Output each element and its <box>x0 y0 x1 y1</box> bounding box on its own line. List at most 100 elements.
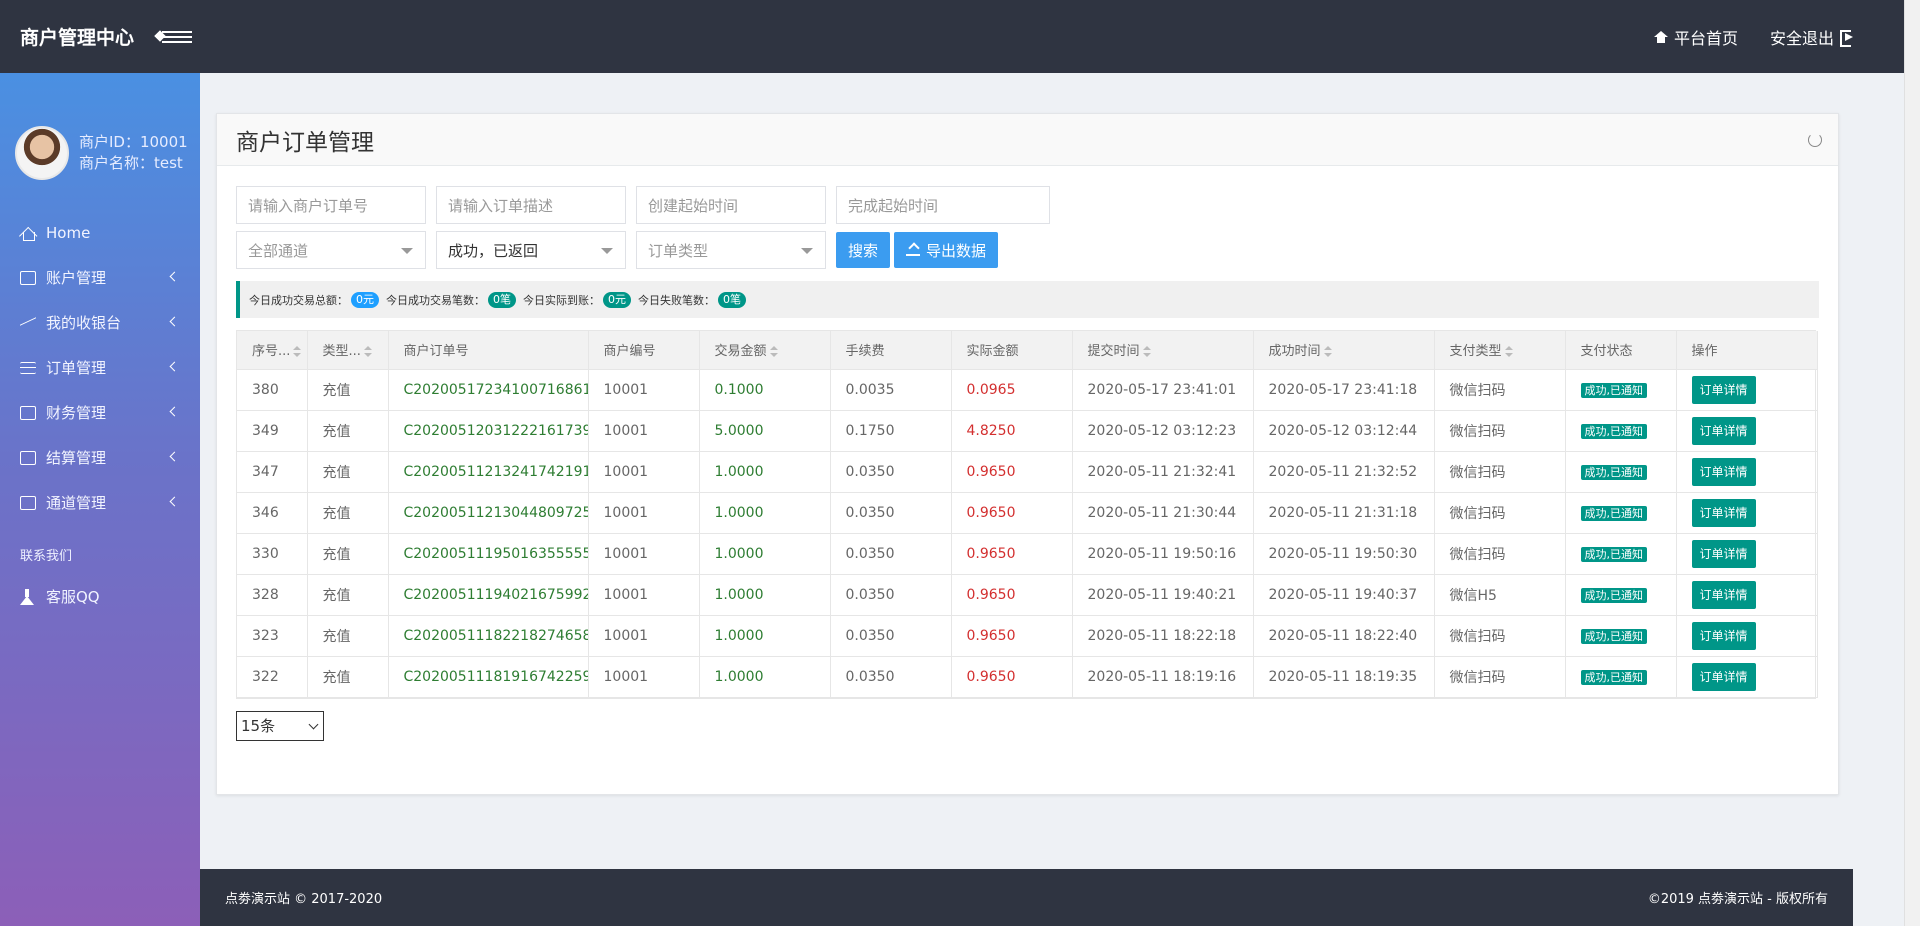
status-badge: 成功,已通知 <box>1580 505 1647 521</box>
sidebar-item-qq-support[interactable]: 客服QQ <box>0 574 200 619</box>
order-detail-button[interactable]: 订单详情 <box>1691 457 1756 486</box>
cell-amount-text: 1.0000 <box>714 463 764 480</box>
platform-home-label: 平台首页 <box>1673 28 1738 48</box>
cell-id: 349 <box>237 410 308 452</box>
order-detail-button[interactable]: 订单详情 <box>1691 416 1756 445</box>
table-row: 328 充值 C20200511194021675992 10001 1.0000 0.0… <box>237 574 1818 616</box>
status-badge: 成功,已通知 <box>1580 587 1647 603</box>
channel-icon <box>20 495 36 510</box>
cell-pay-status: 成功,已通知 <box>1565 410 1677 452</box>
sidebar-item-label: 通道管理 <box>46 494 107 512</box>
cell-submit-time: 2020-05-11 18:22:18 <box>1072 615 1254 657</box>
page-size-select[interactable]: 15条 <box>236 710 324 741</box>
finish-time-input[interactable]: 完成起始时间 <box>836 186 1050 224</box>
cell-pay-type: 微信扫码 <box>1434 492 1566 534</box>
channel-select[interactable]: 全部通道 <box>236 231 426 269</box>
order-detail-button[interactable]: 订单详情 <box>1691 662 1756 691</box>
caret-down-icon <box>601 248 613 254</box>
col-header-submit-time[interactable]: 提交时间 <box>1072 331 1254 370</box>
export-button[interactable]: 导出数据 <box>894 232 999 268</box>
cell-type: 充值 <box>307 615 389 657</box>
order-detail-button[interactable]: 订单详情 <box>1691 498 1756 527</box>
search-button[interactable]: 搜索 <box>836 232 891 268</box>
order-type-select[interactable]: 订单类型 <box>636 231 826 269</box>
cell-id-text: 347 <box>252 463 279 480</box>
cell-pay-type-text: 微信扫码 <box>1449 423 1506 440</box>
table-row: 347 充值 C20200511213241742191 10001 1.0000 0.0… <box>237 451 1818 493</box>
cell-merchant-no-text: 10001 <box>603 627 649 644</box>
logout-icon <box>1840 30 1856 47</box>
order-desc-input[interactable]: 请输入订单描述 <box>436 186 626 224</box>
cell-actions: 订单详情 <box>1676 533 1818 575</box>
logout-link[interactable]: 安全退出 <box>1770 25 1856 49</box>
order-no-input[interactable]: 请输入商户订单号 <box>236 186 426 224</box>
cell-submit-time-text: 2020-05-11 19:40:21 <box>1087 586 1237 603</box>
cell-type: 充值 <box>307 533 389 575</box>
col-header-type[interactable]: 类型... <box>307 331 389 370</box>
cell-actual-text: 0.9650 <box>966 463 1016 480</box>
col-header-order-no: 商户订单号 <box>388 331 589 370</box>
cell-pay-type-text: 微信扫码 <box>1449 669 1506 686</box>
cell-fee-text: 0.0035 <box>845 381 895 398</box>
sidebar-item-finance[interactable]: 财务管理 <box>0 390 200 435</box>
col-header-amount[interactable]: 交易金额 <box>699 331 831 370</box>
order-detail-button[interactable]: 订单详情 <box>1691 580 1756 609</box>
col-header-id[interactable]: 序号... <box>237 331 308 370</box>
cell-pay-status: 成功,已通知 <box>1565 533 1677 575</box>
vertical-scrollbar[interactable] <box>1904 0 1920 926</box>
chart-line-icon <box>20 316 36 330</box>
sidebar-nav: Home 账户管理 我的收银台 订单管理 财务管理 结算管理 通道管理 联系我们… <box>0 210 200 619</box>
refresh-icon[interactable] <box>1808 132 1822 147</box>
sidebar-item-home[interactable]: Home <box>0 210 200 255</box>
cell-type: 充值 <box>307 656 389 698</box>
page-title: 商户订单管理 <box>236 129 374 156</box>
cell-id: 328 <box>237 574 308 616</box>
cell-success-time-text: 2020-05-11 19:50:30 <box>1268 545 1418 562</box>
order-detail-button[interactable]: 订单详情 <box>1691 375 1756 404</box>
cell-success-time-text: 2020-05-11 21:31:18 <box>1268 504 1418 521</box>
cell-type-text: 充值 <box>322 587 351 604</box>
cell-id-text: 380 <box>252 381 279 398</box>
create-time-input[interactable]: 创建起始时间 <box>636 186 826 224</box>
sidebar-item-channel[interactable]: 通道管理 <box>0 480 200 525</box>
order-detail-button[interactable]: 订单详情 <box>1691 621 1756 650</box>
cell-pay-type-text: 微信扫码 <box>1449 382 1506 399</box>
order-type-select-value: 订单类型 <box>648 241 709 260</box>
chevron-left-icon <box>169 271 180 282</box>
cell-amount: 1.0000 <box>699 656 831 698</box>
cell-pay-type-text: 微信扫码 <box>1449 505 1506 522</box>
sidebar-item-label: 客服QQ <box>46 588 100 606</box>
chevron-left-icon <box>169 451 180 462</box>
sidebar-item-orders[interactable]: 订单管理 <box>0 345 200 390</box>
chevron-left-icon <box>169 361 180 372</box>
status-select-value: 成功，已返回 <box>448 241 539 260</box>
cell-type-text: 充值 <box>322 464 351 481</box>
cell-pay-type-text: 微信扫码 <box>1449 464 1506 481</box>
cell-amount-text: 1.0000 <box>714 504 764 521</box>
status-select[interactable]: 成功，已返回 <box>436 231 626 269</box>
cell-type: 充值 <box>307 492 389 534</box>
cell-actions: 订单详情 <box>1676 492 1818 534</box>
footer: 点劵演示站 © 2017-2020 ©2019 点劵演示站 - 版权所有 <box>200 869 1853 926</box>
logout-label: 安全退出 <box>1769 28 1834 48</box>
cell-success-time: 2020-05-11 21:31:18 <box>1253 492 1435 534</box>
cell-amount-text: 0.1000 <box>714 381 764 398</box>
cell-id: 347 <box>237 451 308 493</box>
sidebar-item-account[interactable]: 账户管理 <box>0 255 200 300</box>
cell-type-text: 充值 <box>322 382 351 399</box>
cell-amount-text: 1.0000 <box>714 586 764 603</box>
cell-order-no-text: C20200512031222161739 <box>403 422 588 439</box>
cell-type: 充值 <box>307 369 389 411</box>
menu-toggle-icon[interactable] <box>154 27 193 47</box>
cell-amount: 1.0000 <box>699 615 831 657</box>
col-header-pay-type[interactable]: 支付类型 <box>1434 331 1566 370</box>
sidebar-item-label: 我的收银台 <box>46 314 122 332</box>
order-detail-button[interactable]: 订单详情 <box>1691 539 1756 568</box>
sidebar-item-cashier[interactable]: 我的收银台 <box>0 300 200 345</box>
sidebar-item-settlement[interactable]: 结算管理 <box>0 435 200 480</box>
platform-home-link[interactable]: 平台首页 <box>1653 25 1738 49</box>
cell-fee-text: 0.0350 <box>845 545 895 562</box>
cell-success-time-text: 2020-05-17 23:41:18 <box>1268 381 1418 398</box>
col-header-success-time[interactable]: 成功时间 <box>1253 331 1435 370</box>
chevron-left-icon <box>169 316 180 327</box>
